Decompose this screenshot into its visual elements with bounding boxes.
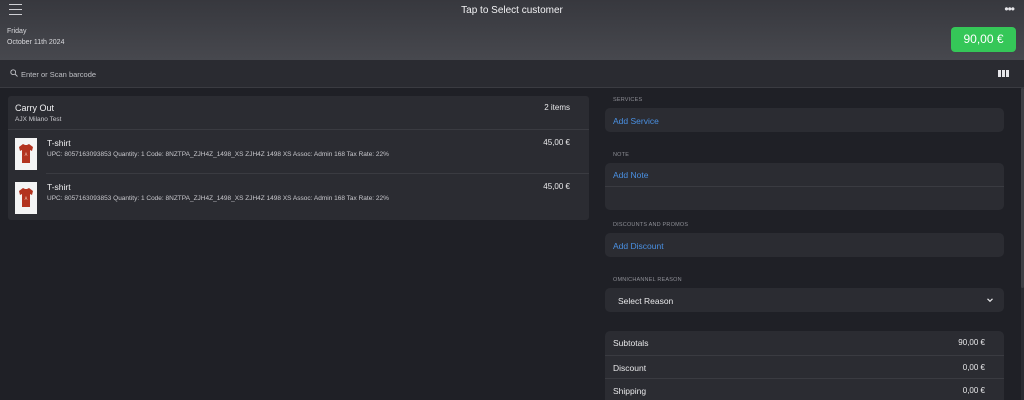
line-item[interactable]: A T-shirt UPC: 8057163093853 Quantity: 1… [8, 174, 589, 218]
summary-label: Discount [613, 363, 647, 373]
svg-text:A: A [25, 196, 28, 201]
line-item[interactable]: A T-shirt UPC: 8057163093853 Quantity: 1… [8, 129, 589, 173]
note-card: Add Note [605, 163, 1004, 210]
barcode-scan-icon[interactable] [998, 70, 1009, 77]
header-bar: Tap to Select customer ••• Friday Octobe… [0, 0, 1024, 60]
pos-app: Tap to Select customer ••• Friday Octobe… [0, 0, 1024, 400]
item-price: 45,00 € [543, 138, 570, 147]
services-card: Add Service [605, 108, 1004, 132]
add-service-button[interactable]: Add Service [613, 116, 659, 126]
note-section-label: NOTE [613, 152, 630, 158]
red-tshirt-thumbnail: A [15, 182, 37, 214]
store-name: AJX Milano Test [15, 116, 62, 123]
summary-label: Subtotals [613, 338, 649, 348]
omnichannel-section-label: OMNICHANNEL REASON [613, 277, 682, 283]
summary-card: Subtotals 90,00 € Discount 0,00 € Shippi… [605, 331, 1004, 400]
discounts-section-label: DISCOUNTS AND PROMOS [613, 222, 689, 228]
svg-text:A: A [25, 152, 28, 157]
summary-value: 0,00 € [962, 386, 985, 395]
date-label: October 11th 2024 [7, 39, 65, 46]
summary-row-subtotals: Subtotals 90,00 € [605, 331, 1004, 354]
chevron-down-icon [987, 298, 993, 303]
order-type-label: Carry Out [15, 103, 55, 113]
note-input[interactable] [613, 190, 996, 208]
item-description: UPC: 8057163093853 Quantity: 1 Code: 8NZ… [47, 151, 389, 158]
note-divider [605, 186, 1004, 187]
omnichannel-reason-select[interactable]: Select Reason [605, 288, 1004, 312]
red-tshirt-thumbnail: A [15, 138, 37, 170]
item-count: 2 items [544, 103, 570, 112]
discounts-card: Add Discount [605, 233, 1004, 257]
more-dots-icon[interactable]: ••• [1004, 3, 1015, 15]
item-name: T-shirt [47, 138, 71, 148]
select-reason-value: Select Reason [618, 296, 674, 306]
summary-label: Shipping [613, 386, 647, 396]
add-note-button[interactable]: Add Note [613, 170, 648, 180]
item-name: T-shirt [47, 182, 71, 192]
summary-value: 90,00 € [958, 338, 985, 347]
summary-row-discount: Discount 0,00 € [605, 355, 1004, 378]
add-discount-button[interactable]: Add Discount [613, 241, 664, 251]
summary-value: 0,00 € [962, 363, 985, 372]
item-description: UPC: 8057163093853 Quantity: 1 Code: 8NZ… [47, 195, 389, 202]
search-bar [0, 60, 1024, 88]
summary-row-shipping: Shipping 0,00 € [605, 378, 1004, 400]
select-customer-title[interactable]: Tap to Select customer [0, 5, 1024, 16]
item-price: 45,00 € [543, 182, 570, 191]
barcode-search-input[interactable] [21, 66, 421, 82]
search-icon [10, 69, 18, 77]
order-panel: Carry Out AJX Milano Test 2 items A T-sh… [8, 96, 589, 220]
services-section-label: SERVICES [613, 97, 643, 103]
total-pay-button[interactable]: 90,00 € [951, 27, 1016, 52]
day-label: Friday [7, 28, 27, 35]
